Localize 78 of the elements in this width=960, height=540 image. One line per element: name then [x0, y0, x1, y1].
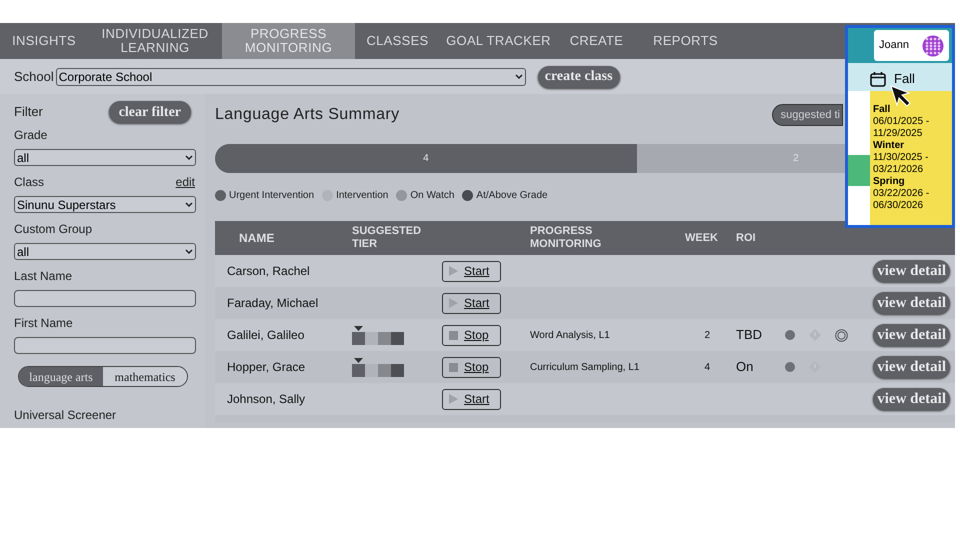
nav-tab[interactable]: CLASSES	[355, 23, 440, 59]
start-stop-button[interactable]: Start	[442, 292, 501, 314]
roi-value: On	[735, 358, 754, 376]
view-detail-button[interactable]: view detail	[873, 356, 950, 378]
monitoring-text: Word Analysis, L1	[530, 328, 611, 342]
legend-label: Intervention	[336, 188, 388, 202]
student-name: Faraday, Michael	[226, 295, 320, 312]
stop-icon	[449, 330, 458, 340]
cursor-icon	[890, 85, 912, 107]
play-icon	[449, 266, 458, 276]
field-label: Custom Group	[14, 220, 92, 238]
nav-tab[interactable]: CREATE	[557, 23, 636, 59]
calendar-icon	[870, 72, 886, 86]
filter-title: Filter	[14, 103, 43, 122]
select-field[interactable]: all	[14, 149, 196, 166]
view-detail-button[interactable]: view detail	[873, 388, 950, 410]
start-stop-button[interactable]: Stop	[442, 324, 501, 346]
legend-label: Urgent Intervention	[229, 188, 314, 202]
week-value: 2	[703, 328, 711, 342]
view-detail-button[interactable]: view detail	[873, 260, 950, 282]
column-header: NAME	[238, 232, 276, 244]
term-name: Fall	[873, 104, 892, 116]
field-label: Last Name	[14, 268, 72, 284]
student-name: Hopper, Grace	[226, 359, 306, 376]
start-stop-button[interactable]: Start	[442, 260, 501, 282]
view-detail-button[interactable]: view detail	[873, 292, 950, 314]
select-field[interactable]: all	[14, 243, 196, 260]
term-dates: 11/30/2025 - 03/21/2026	[873, 152, 930, 176]
start-stop-button[interactable]: Stop	[442, 356, 501, 378]
subject-toggle[interactable]: mathematics	[103, 367, 187, 386]
student-name: Carson, Rachel	[226, 263, 311, 280]
roi-value: TBD	[735, 326, 763, 344]
school-label: School	[14, 68, 54, 86]
user-chip[interactable]: Joann	[874, 30, 949, 61]
play-icon	[449, 298, 458, 308]
nav-tab[interactable]: REPORTS	[636, 23, 735, 59]
legend-label: At/Above Grade	[476, 188, 548, 202]
student-name: Galilei, Galileo	[226, 327, 306, 344]
field-label: Grade	[14, 126, 48, 144]
field-label: Class	[14, 174, 44, 190]
column-header: ROI	[735, 232, 757, 244]
avatar-icon	[922, 34, 944, 56]
monitoring-text: Curriculum Sampling, L1	[530, 360, 640, 374]
field-label: First Name	[14, 314, 73, 332]
term-dates: 06/01/2025 - 11/29/2025	[873, 116, 930, 140]
view-detail-button[interactable]: view detail	[873, 324, 950, 346]
column-header: PROGRESS MONITORING	[530, 225, 602, 251]
clear-filter-button[interactable]: clear filter	[108, 101, 191, 123]
select-field[interactable]: Sinunu Superstars	[14, 196, 196, 213]
chevron-icon	[185, 202, 193, 208]
nav-tab[interactable]: INDIVIDUALIZED LEARNING	[88, 23, 222, 59]
chevron-icon	[514, 74, 523, 80]
nav-tab[interactable]: INSIGHTS	[0, 23, 88, 59]
week-value: 4	[703, 360, 711, 374]
school-select[interactable]: Corporate School	[56, 68, 526, 86]
text-field[interactable]	[14, 290, 196, 307]
nav-tab[interactable]: GOAL TRACKER	[440, 23, 557, 59]
summary-title: Language Arts Summary	[215, 105, 400, 125]
start-stop-button[interactable]: Start	[442, 388, 501, 410]
edit-link[interactable]: edit	[176, 172, 195, 190]
legend-label: On Watch	[410, 188, 454, 202]
text-field[interactable]	[14, 337, 196, 354]
play-icon	[449, 394, 458, 404]
nav-tab[interactable]: PROGRESS MONITORING	[222, 23, 355, 59]
subject-toggle[interactable]: language arts	[19, 367, 103, 386]
chevron-icon	[185, 154, 193, 160]
student-name: Johnson, Sally	[226, 391, 306, 408]
stop-icon	[449, 362, 458, 372]
panel-stripe	[848, 155, 870, 186]
create-class-button[interactable]: create class	[538, 66, 620, 88]
chevron-icon	[185, 248, 193, 254]
progress-segment: 4	[215, 144, 637, 173]
column-header: SUGGESTED TIER	[352, 225, 422, 251]
suggested-tier-button[interactable]: suggested ti	[772, 104, 843, 126]
column-header: WEEK	[684, 232, 718, 244]
term-dates: 03/22/2026 - 06/30/2026	[873, 188, 930, 212]
term-name: Spring	[873, 176, 906, 188]
section-heading: Universal Screener	[14, 407, 118, 424]
